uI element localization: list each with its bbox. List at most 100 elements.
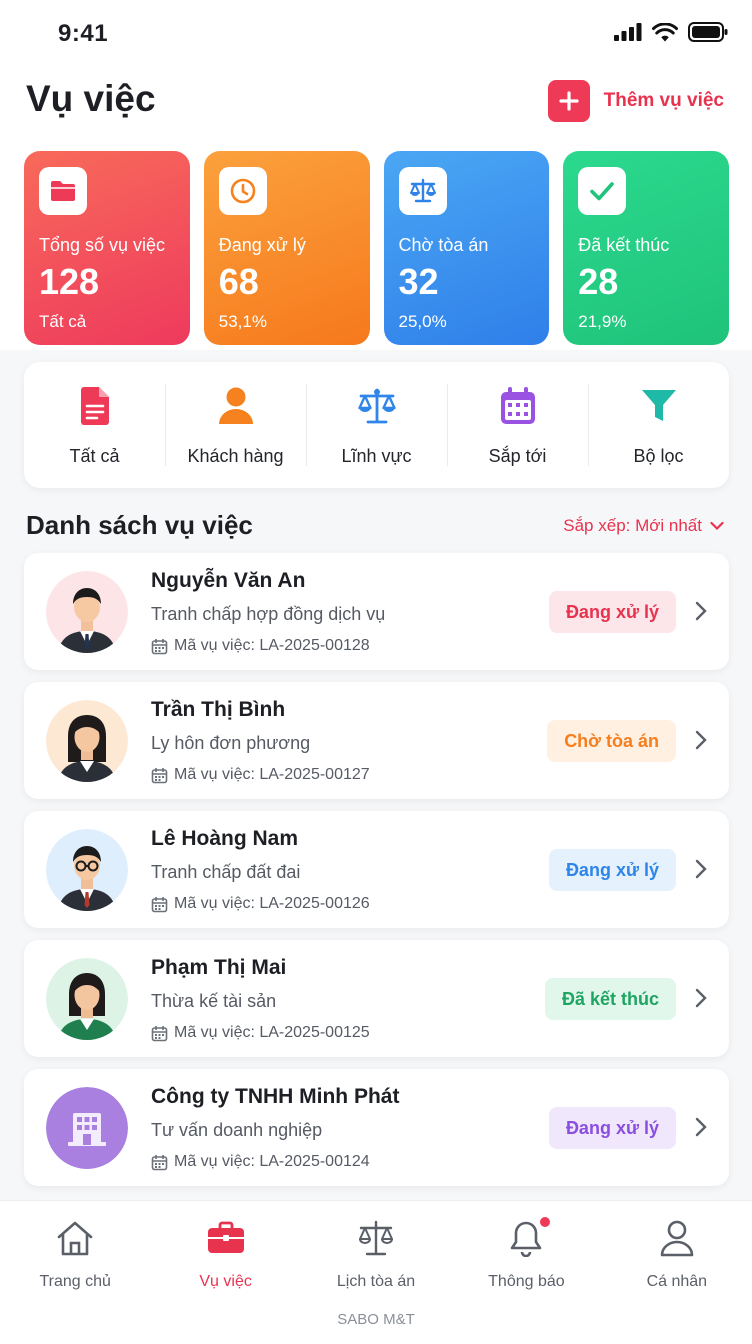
quick-filter-label: Tất cả: [69, 445, 120, 466]
stat-card-total[interactable]: Tổng số vụ việc 128 Tất cả: [24, 151, 190, 345]
stat-sub: 21,9%: [578, 312, 627, 331]
nav-home[interactable]: Trang chủ: [0, 1201, 150, 1301]
briefcase-icon: [207, 1217, 245, 1259]
filter-icon: [640, 384, 678, 428]
chevron-right-icon[interactable]: [695, 1117, 707, 1137]
brand-footer: SABO M&T: [337, 1311, 415, 1328]
add-case-label: Thêm vụ việc: [603, 90, 724, 111]
case-type: Ly hôn đơn phương: [151, 733, 311, 753]
chevron-right-icon[interactable]: [695, 601, 707, 621]
bottom-navigation: Trang chủ Vụ việc Lịch tòa án Thông báo: [0, 1200, 752, 1344]
stat-card-court[interactable]: Chờ tòa án 32 25,0%: [383, 151, 550, 345]
stat-value: 128: [39, 261, 100, 302]
nav-label: Trang chủ: [39, 1273, 111, 1290]
status-badge: Đang xử lý: [548, 849, 676, 891]
stat-card-closed[interactable]: Đã kết thúc 28 21,9%: [563, 151, 729, 345]
case-type: Tranh chấp đất đai: [151, 862, 301, 882]
stat-sub: Tất cả: [39, 312, 87, 331]
scale-icon: [398, 167, 447, 215]
calendar-icon: [151, 1154, 168, 1170]
nav-court-schedule[interactable]: Lịch tòa án: [301, 1201, 451, 1301]
stat-card-processing[interactable]: Đang xử lý 68 53,1%: [203, 151, 370, 345]
stat-value: 32: [398, 261, 439, 302]
scale-icon: [356, 1217, 396, 1259]
nav-notifications[interactable]: Thông báo: [451, 1201, 601, 1301]
avatar: [46, 1087, 128, 1169]
case-code-text: Mã vụ việc: LA-2025-00127: [174, 766, 370, 783]
calendar-icon: [151, 638, 168, 654]
user-icon: [659, 1217, 695, 1259]
add-case-button[interactable]: Thêm vụ việc: [547, 80, 724, 122]
quick-filter-clients[interactable]: Khách hàng: [165, 362, 306, 488]
home-icon: [55, 1217, 95, 1259]
stat-sub: 25,0%: [398, 312, 447, 331]
quick-filter-label: Bộ lọc: [633, 445, 684, 466]
sort-button[interactable]: Sắp xếp: Mới nhất: [563, 516, 724, 536]
stat-sub: 53,1%: [218, 312, 267, 331]
status-time: 9:41: [58, 20, 109, 47]
stat-label: Chờ tòa án: [398, 235, 489, 255]
plus-icon: [547, 80, 590, 122]
case-code: Mã vụ việc: LA-2025-00125: [151, 1024, 370, 1042]
notification-dot: [538, 1215, 553, 1229]
case-card[interactable]: Công ty TNHH Minh Phát Tư vấn doanh nghi…: [24, 1069, 729, 1186]
client-name: Lê Hoàng Nam: [151, 827, 299, 850]
case-code: Mã vụ việc: LA-2025-00127: [151, 766, 370, 784]
status-badge: Đang xử lý: [548, 591, 676, 633]
chevron-right-icon[interactable]: [695, 988, 707, 1008]
stat-value: 28: [578, 261, 619, 302]
case-list-title: Danh sách vụ việc: [26, 510, 253, 540]
quick-filter-label: Khách hàng: [187, 445, 284, 466]
quick-filter-label: Sắp tới: [488, 445, 547, 466]
nav-label: Cá nhân: [646, 1273, 708, 1290]
client-name: Phạm Thị Mai: [151, 956, 287, 979]
signal-icon: [614, 23, 642, 41]
quick-filter-all[interactable]: Tất cả: [24, 362, 165, 488]
quick-filter-filter[interactable]: Bộ lọc: [588, 362, 729, 488]
quick-filter-label: Lĩnh vực: [341, 445, 412, 466]
chevron-right-icon[interactable]: [695, 859, 707, 879]
case-code: Mã vụ việc: LA-2025-00124: [151, 1153, 370, 1171]
stat-label: Đã kết thúc: [578, 235, 670, 255]
avatar: [46, 700, 128, 782]
sort-label: Sắp xếp: Mới nhất: [563, 516, 702, 535]
case-type: Thừa kế tài sản: [151, 991, 277, 1011]
chevron-right-icon[interactable]: [695, 730, 707, 750]
nav-label: Thông báo: [488, 1273, 565, 1290]
client-name: Công ty TNHH Minh Phát: [151, 1085, 400, 1108]
case-code-text: Mã vụ việc: LA-2025-00124: [174, 1153, 370, 1170]
quick-filter-bar: Tất cả Khách hàng Lĩnh vực Sắp tới Bộ lọ…: [24, 362, 729, 488]
header: Vụ việc Thêm vụ việc: [0, 66, 752, 140]
status-badge: Đã kết thúc: [544, 978, 676, 1020]
bell-icon: [508, 1215, 553, 1259]
scale-icon: [356, 384, 398, 428]
status-badge: Chờ tòa án: [547, 720, 676, 762]
case-card[interactable]: Lê Hoàng Nam Tranh chấp đất đai Mã vụ vi…: [24, 811, 729, 928]
stat-label: Đang xử lý: [218, 235, 306, 255]
nav-profile[interactable]: Cá nhân: [602, 1201, 752, 1301]
case-card[interactable]: Nguyễn Văn An Tranh chấp hợp đồng dịch v…: [24, 553, 729, 670]
quick-filter-upcoming[interactable]: Sắp tới: [447, 362, 588, 488]
summary-stats: Tổng số vụ việc 128 Tất cả Đang xử lý 68…: [24, 151, 729, 345]
calendar-icon: [151, 1025, 168, 1041]
clock-icon: [218, 167, 267, 215]
case-list: Nguyễn Văn An Tranh chấp hợp đồng dịch v…: [24, 553, 729, 1198]
case-code: Mã vụ việc: LA-2025-00126: [151, 895, 370, 913]
case-card[interactable]: Phạm Thị Mai Thừa kế tài sản Mã vụ việc:…: [24, 940, 729, 1057]
stat-label: Tổng số vụ việc: [39, 235, 166, 255]
battery-icon: [688, 22, 728, 42]
nav-label: Vụ việc: [199, 1273, 252, 1290]
case-card[interactable]: Trần Thị Bình Ly hôn đơn phương Mã vụ vi…: [24, 682, 729, 799]
user-icon: [217, 384, 255, 428]
nav-cases[interactable]: Vụ việc: [150, 1201, 300, 1301]
nav-label: Lịch tòa án: [336, 1273, 416, 1290]
wifi-icon: [652, 22, 678, 41]
calendar-icon: [151, 767, 168, 783]
calendar-icon: [151, 896, 168, 912]
avatar: [46, 829, 128, 911]
document-icon: [78, 384, 112, 428]
quick-filter-fields[interactable]: Lĩnh vực: [306, 362, 447, 488]
case-type: Tranh chấp hợp đồng dịch vụ: [151, 604, 386, 624]
client-name: Trần Thị Bình: [151, 698, 286, 721]
case-code-text: Mã vụ việc: LA-2025-00125: [174, 1024, 370, 1041]
